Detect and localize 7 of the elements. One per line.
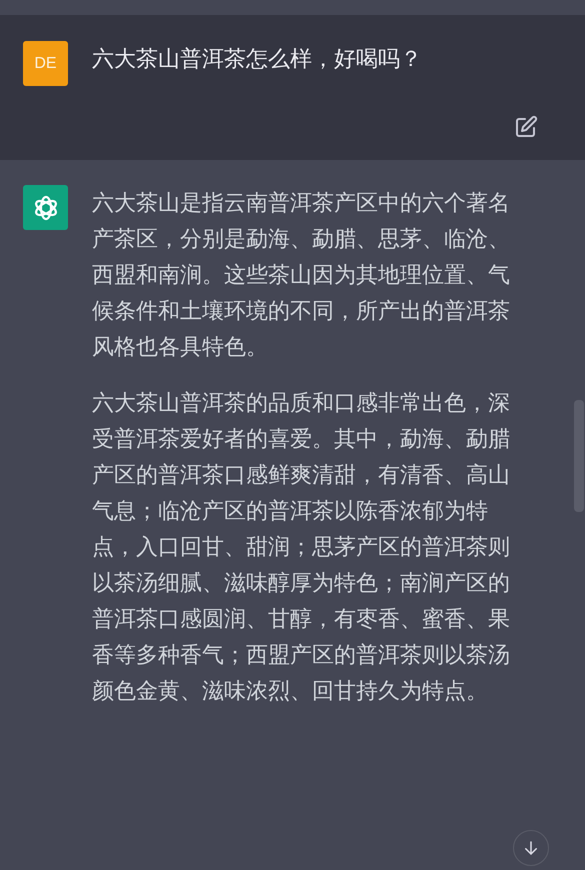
user-message: 六大茶山普洱茶怎么样，好喝吗？ [92,45,422,73]
answer-paragraph: 六大茶山普洱茶的品质和口感非常出色，深受普洱茶爱好者的喜爱。其中，勐海、勐腊产区的普洱茶口感鲜爽清甜，有清香、高山气息；临沧产区的普洱茶以陈香浓郁为特点，入口回甘、甜润；思茅产区的普洱茶则以茶汤细腻、滋味醇厚为特色；南涧产区的普洱茶口感圆润、甘醇，有枣香、蜜香、果香等多种香气；西盟产区的普洱茶则以茶汤颜色金黄、滋味浓烈、回甘持久为特点。 [92,389,511,705]
user-avatar: DE [23,41,68,86]
arrow-down-icon [522,839,540,857]
edit-icon[interactable] [514,115,538,139]
scroll-down-button[interactable] [513,830,549,866]
answer-paragraph: 六大茶山是指云南普洱茶产区中的六个著名产茶区，分别是勐海、勐腊、思茅、临沧、西盟和南涧。这些茶山因为其地理位置、气候条件和土壤环境的不同，所产出的普洱茶风格也各具特色。 [92,189,511,361]
